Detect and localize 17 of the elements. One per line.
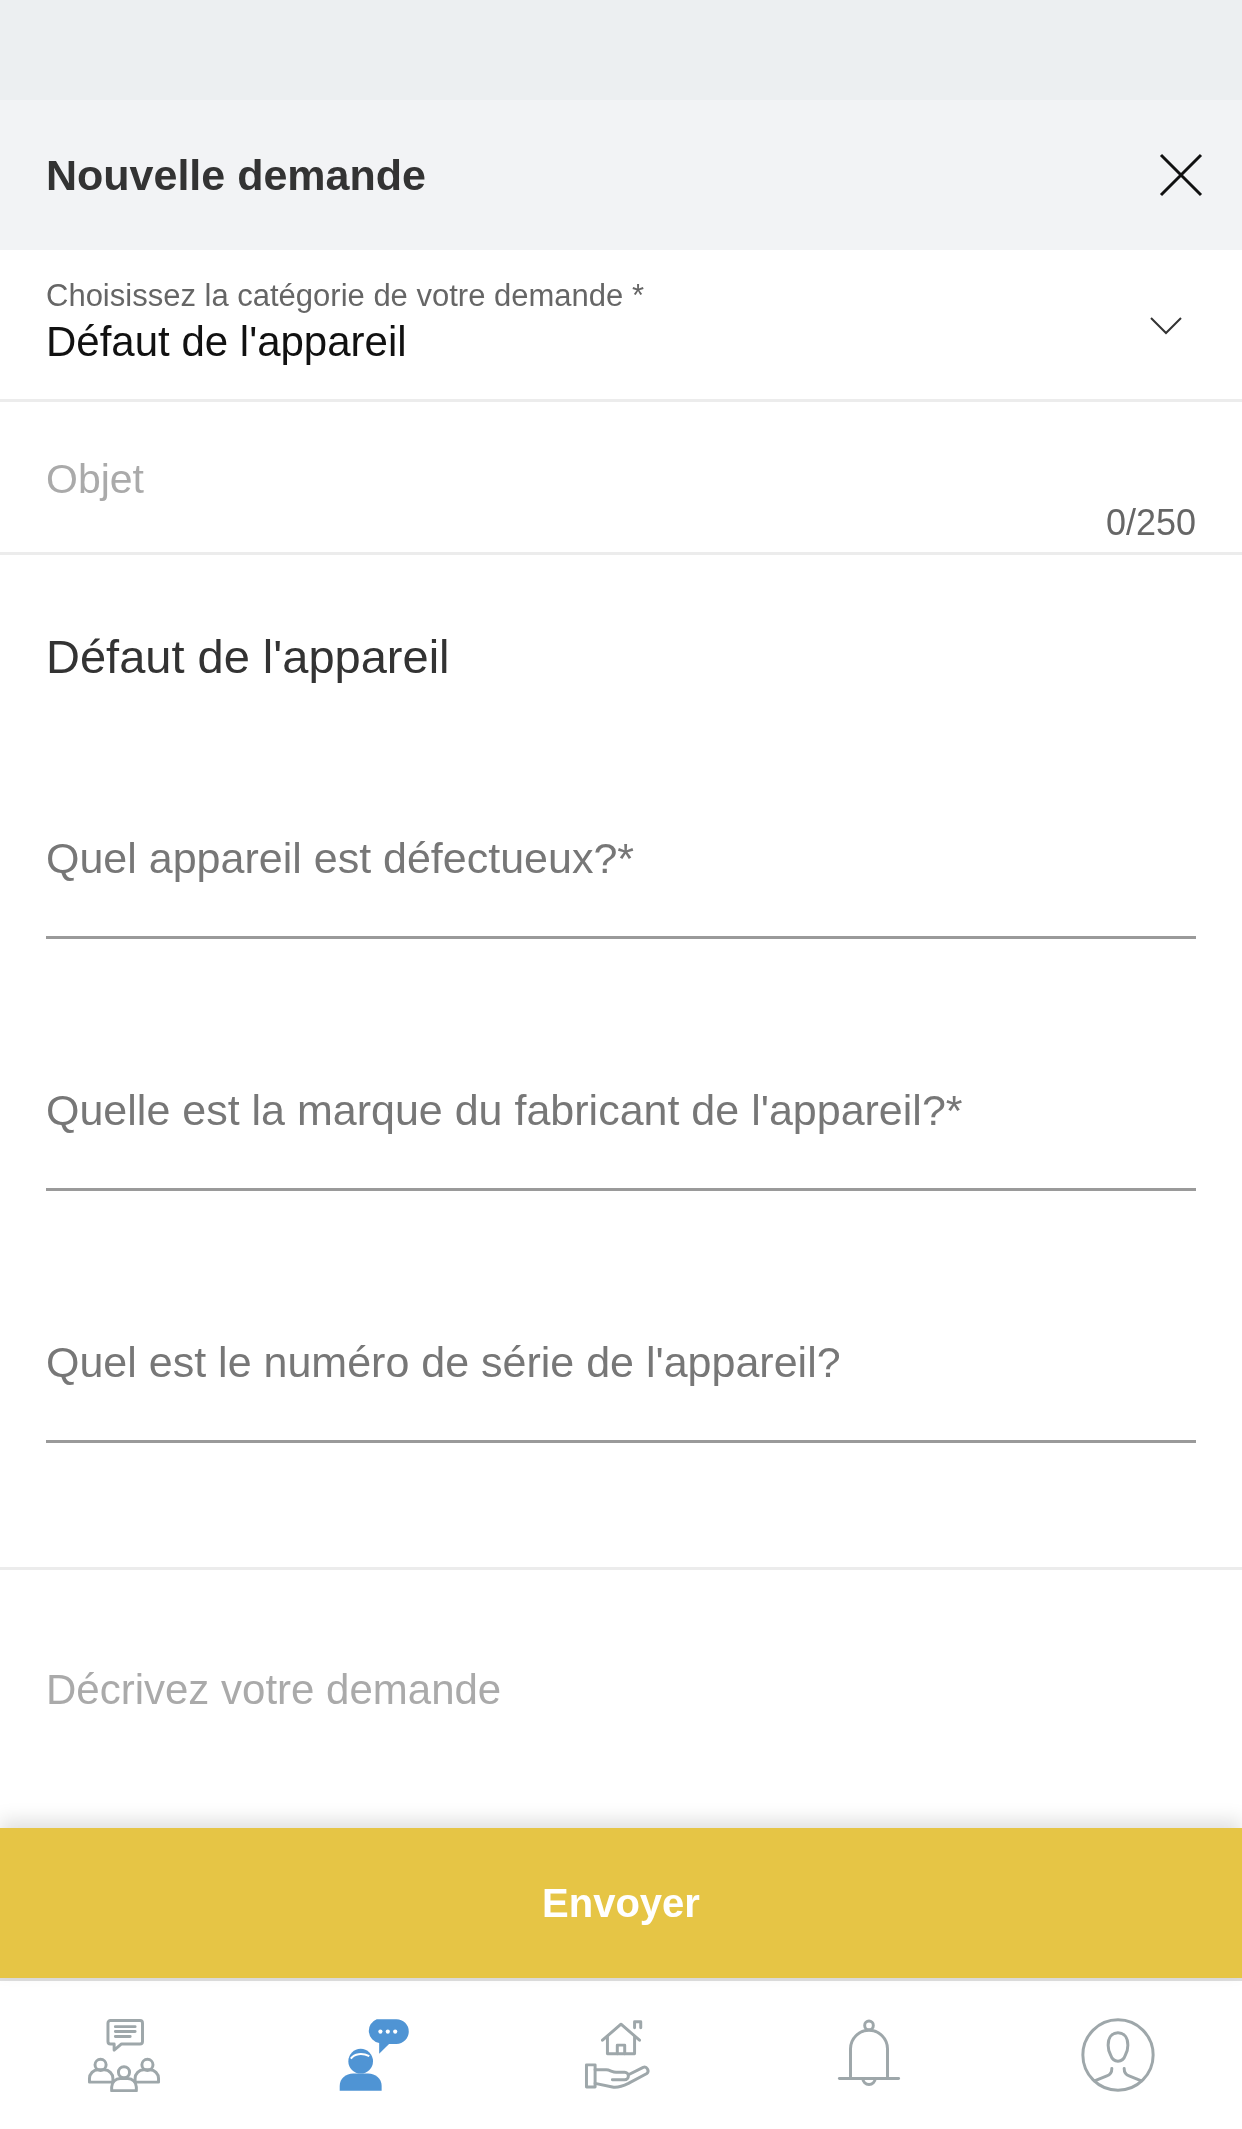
nav-tab[interactable] xyxy=(1080,2018,1155,2092)
close-button[interactable] xyxy=(1159,153,1203,197)
dropdown-label: Choisissez la catégorie de votre demande * xyxy=(46,278,644,314)
chevron-down-icon xyxy=(1150,317,1182,335)
text-field[interactable]: Quelle est la marque du fabricant de l'appareil?* xyxy=(46,1071,1196,1191)
dropdown-value: Défaut de l'appareil xyxy=(46,318,407,366)
people-chat-icon xyxy=(87,2018,162,2092)
text-field[interactable]: Quel est le numéro de série de l'appareil? xyxy=(46,1323,1196,1443)
user-circle-icon xyxy=(1080,2018,1155,2092)
subject-input[interactable]: Objet xyxy=(46,454,1196,504)
nav-tab[interactable] xyxy=(87,2018,162,2092)
text-field[interactable]: Quel appareil est défectueux?* xyxy=(46,819,1196,939)
section-title: Défaut de l'appareil xyxy=(46,629,450,685)
character-counter: 0/250 xyxy=(1105,503,1196,543)
category-dropdown[interactable]: Choisissez la catégorie de votre demande * Défaut de l'appareil xyxy=(0,250,1242,402)
screen-title: Nouvelle demande xyxy=(46,150,426,200)
close-icon xyxy=(1159,153,1203,197)
